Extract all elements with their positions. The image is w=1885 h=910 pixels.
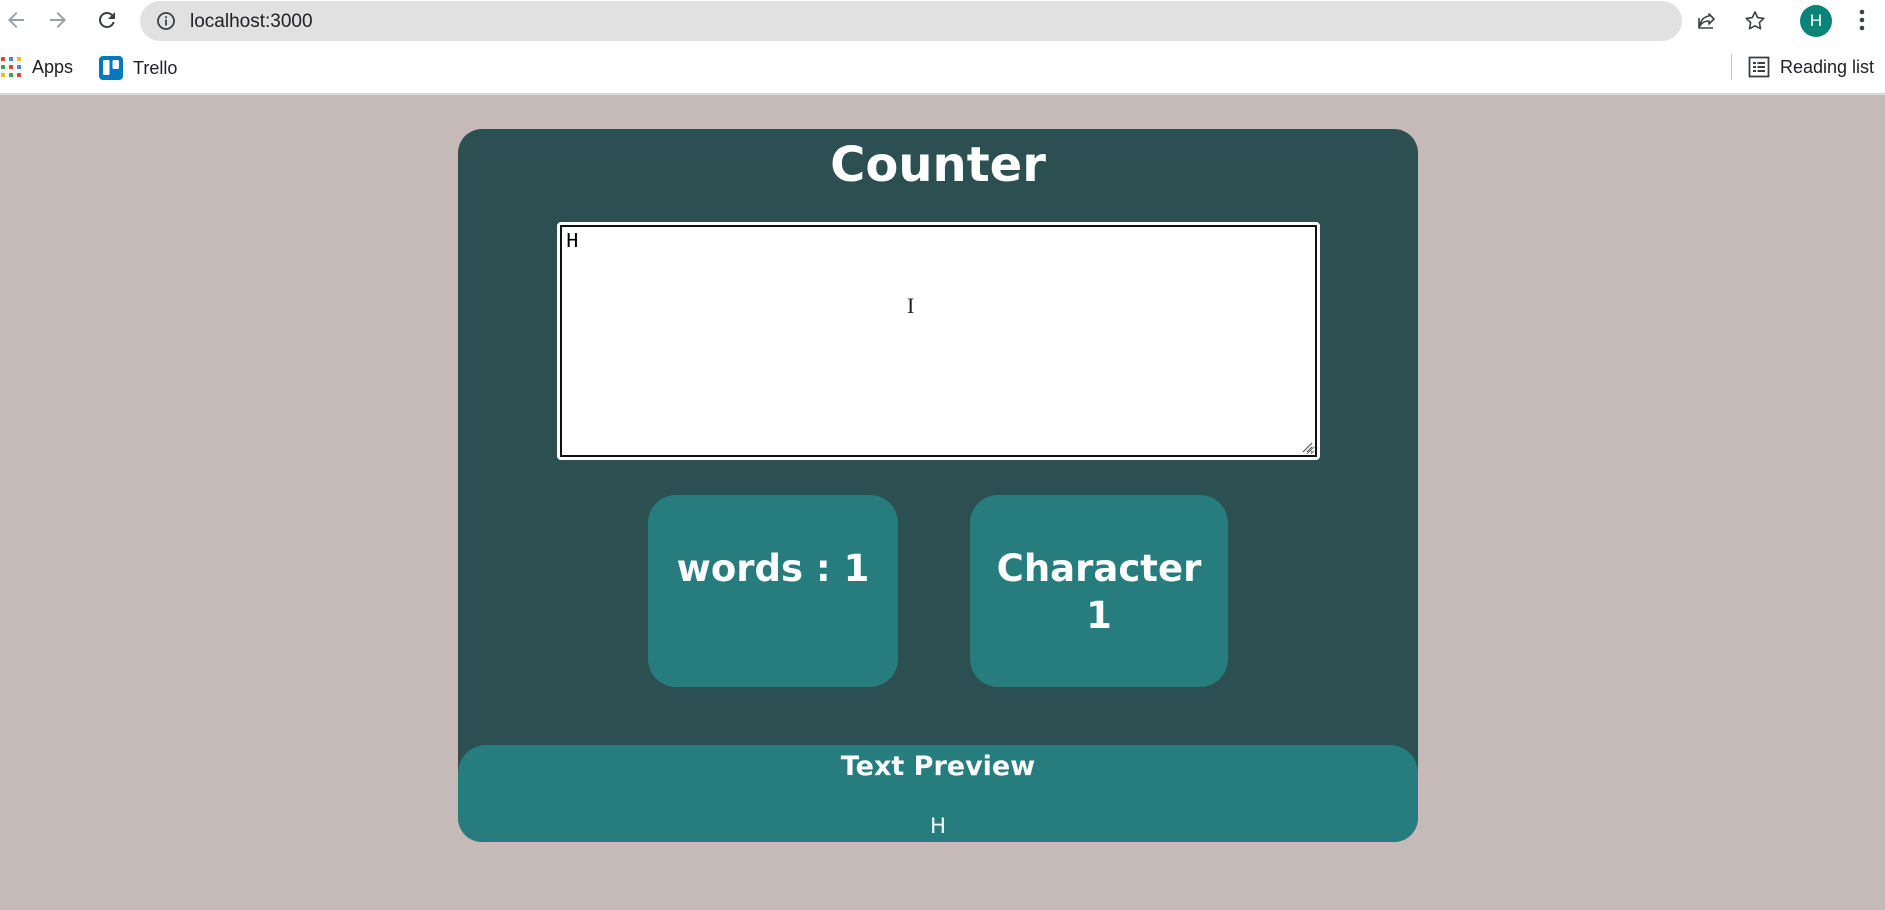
bookmark-apps[interactable]: Apps [0,56,73,78]
address-bar[interactable]: localhost:3000 [140,1,1765,41]
bookmark-star-icon[interactable] [1743,9,1767,33]
text-input-wrapper: H [557,222,1320,460]
reading-list-icon [1748,56,1770,78]
counter-card: Counter H I words : 1 Character 1 Text P… [458,129,1418,842]
share-icon[interactable] [1695,9,1719,33]
url-text: localhost:3000 [190,11,313,32]
preview-title: Text Preview [840,751,1036,782]
word-count-text: words : 1 [676,547,870,590]
reading-list-button[interactable]: Reading list [1748,56,1874,78]
bookmarks-divider [1731,54,1732,80]
bookmarks-bar: Apps Trello Reading list [0,41,1885,95]
back-arrow-icon [8,12,24,28]
info-icon[interactable] [156,11,176,31]
forward-arrow-icon [50,12,66,28]
reload-icon [98,11,115,28]
bookmark-trello[interactable]: Trello [99,56,177,80]
back-button[interactable] [0,4,32,36]
apps-grid-icon [1,57,21,77]
reading-list-label: Reading list [1780,56,1875,77]
page-title: Counter [830,137,1046,193]
preview-text: H [930,814,946,838]
resize-handle-icon[interactable] [1301,441,1313,453]
profile-avatar[interactable]: H [1800,5,1832,37]
character-count-tile: Character 1 [970,495,1228,687]
forward-button[interactable] [42,4,74,36]
reload-button[interactable] [91,4,123,36]
browser-toolbar: localhost:3000 H [0,0,1885,41]
text-preview-panel: Text Preview H [458,745,1418,842]
text-input[interactable]: H [560,225,1317,457]
more-vertical-icon[interactable] [1852,8,1872,32]
trello-icon [99,56,123,80]
word-count-tile: words : 1 [648,495,898,687]
character-count-value: 1 [1086,594,1112,637]
bookmark-label: Apps [32,56,74,77]
character-count-label: Character [996,547,1202,590]
bookmark-label: Trello [133,57,178,78]
